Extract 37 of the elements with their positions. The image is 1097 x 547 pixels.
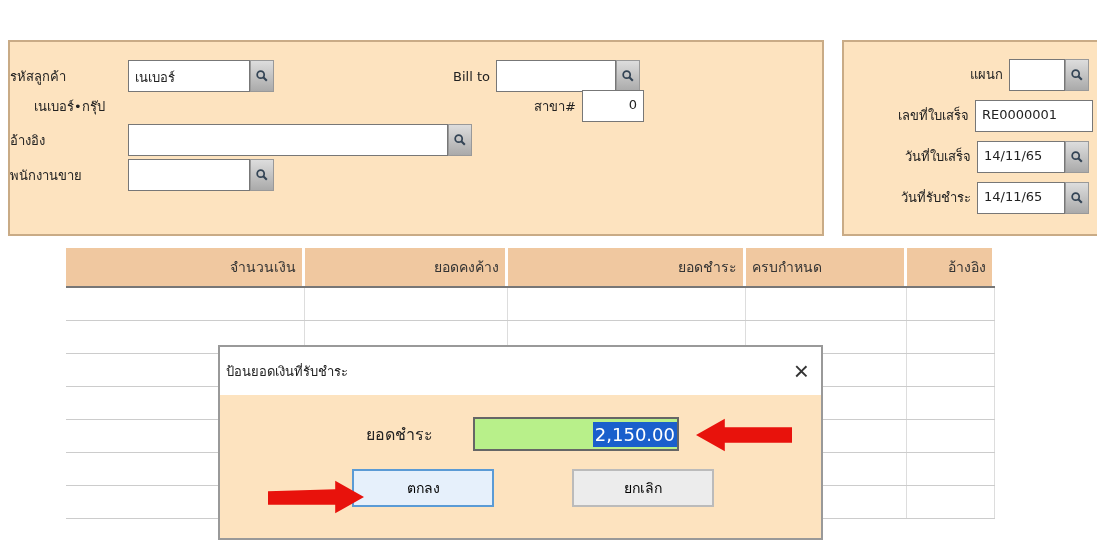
field-label: พนักงานขาย <box>10 166 83 185</box>
search-icon[interactable] <box>1065 58 1089 91</box>
customer-name: เนเบอร์•กรุ๊ป <box>33 97 105 117</box>
field-label: เลขที่ใบเสร็จ <box>898 105 969 125</box>
field-label: อ้างอิง <box>10 131 46 150</box>
column-header[interactable]: อ้างอิง <box>907 248 995 286</box>
search-icon[interactable] <box>1065 140 1089 173</box>
field-label: รหัสลูกค้า <box>10 67 67 87</box>
column-header[interactable]: ยอดชำระ <box>508 248 746 286</box>
search-icon[interactable] <box>616 60 640 92</box>
input-field[interactable]: RE0000001 <box>975 99 1093 132</box>
input-field[interactable] <box>128 159 250 191</box>
search-icon[interactable] <box>250 60 274 92</box>
ok-button[interactable]: ตกลง <box>352 469 494 507</box>
input-field[interactable]: 0 <box>582 90 644 122</box>
input-field[interactable]: 14/11/65 <box>977 181 1065 214</box>
field-label: วันที่รับชำระ <box>901 188 971 207</box>
input-field[interactable]: เนเบอร์ <box>128 60 250 92</box>
field-label: แผนก <box>970 66 1003 84</box>
amount-field[interactable]: 2,150.00 <box>473 417 679 451</box>
field-label: วันที่ใบเสร็จ <box>905 146 971 166</box>
input-field[interactable]: 14/11/65 <box>977 140 1065 173</box>
input-field[interactable] <box>496 60 616 92</box>
search-icon[interactable] <box>250 159 274 191</box>
field-label: Bill to <box>453 68 490 84</box>
cancel-button[interactable]: ยกเลิก <box>572 469 714 507</box>
column-header[interactable]: จำนวนเงิน <box>66 248 305 286</box>
input-field[interactable] <box>1009 58 1065 91</box>
dialog-title: ป้อนยอดเงินที่รับชำระ <box>226 362 348 381</box>
close-button[interactable]: × <box>789 355 813 387</box>
search-icon[interactable] <box>1065 181 1089 214</box>
field-label: ยอดชำระ <box>366 423 433 446</box>
column-header[interactable]: ครบกำหนด <box>746 248 907 286</box>
search-icon[interactable] <box>448 124 472 156</box>
field-label: สาขา# <box>534 97 576 116</box>
input-field[interactable] <box>128 124 448 156</box>
column-header[interactable]: ยอดคงค้าง <box>305 248 508 286</box>
